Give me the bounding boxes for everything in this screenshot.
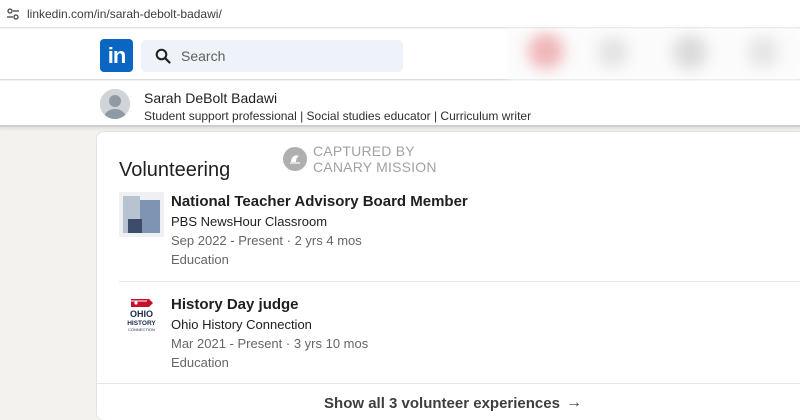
search-box[interactable] [141,40,403,72]
top-nav: in [0,29,800,80]
profile-headline: Student support professional | Social st… [144,109,532,123]
watermark-line1: CAPTURED BY [313,143,415,159]
site-settings-icon[interactable] [6,7,20,21]
search-input[interactable] [181,48,381,64]
show-all-label: Show all 3 volunteer experiences [324,394,560,412]
entry-cause: Education [171,252,229,267]
show-all-button[interactable]: Show all 3 volunteer experiences → [97,384,800,420]
watermark-line2: CANARY MISSION [313,159,437,175]
section-title: Volunteering [119,159,231,181]
ohio-logo-text-1: OHIO [130,309,153,319]
avatar[interactable] [100,89,130,119]
entry-organization: PBS NewsHour Classroom [171,214,328,229]
divider [119,281,800,282]
linkedin-logo-text: in [107,42,127,68]
watermark: CAPTURED BY CANARY MISSION [283,143,437,175]
blurred-nav-icons [508,29,800,80]
entry-title[interactable]: History Day judge [171,295,368,315]
arrow-right-icon: → [565,394,582,411]
entry-cause: Education [171,355,229,370]
search-icon [155,48,171,64]
entry-title[interactable]: National Teacher Advisory Board Member [171,192,468,212]
ohio-logo-text-3: CONNECTION [128,327,155,332]
browser-address-bar[interactable]: linkedin.com/in/sarah-debolt-badawi/ [0,0,800,28]
profile-name[interactable]: Sarah DeBolt Badawi [144,90,277,106]
ohio-logo-text-2: HISTORY [127,320,156,327]
canary-mission-logo-icon [283,147,307,171]
entry-dates: Mar 2021 - Present · 3 yrs 10 mos [171,336,369,351]
profile-header: Sarah DeBolt Badawi Student support prof… [0,81,800,127]
volunteering-card: Volunteering CAPTURED BY CANARY MISSION … [96,131,800,420]
linkedin-logo[interactable]: in [100,39,133,72]
entry-organization: Ohio History Connection [171,317,312,332]
pbs-newshour-logo-icon[interactable] [119,192,164,237]
url-text[interactable]: linkedin.com/in/sarah-debolt-badawi/ [27,7,222,21]
ohio-history-logo-icon[interactable]: OHIO HISTORY CONNECTION [119,295,164,340]
entry-dates: Sep 2022 - Present · 2 yrs 4 mos [171,233,362,248]
